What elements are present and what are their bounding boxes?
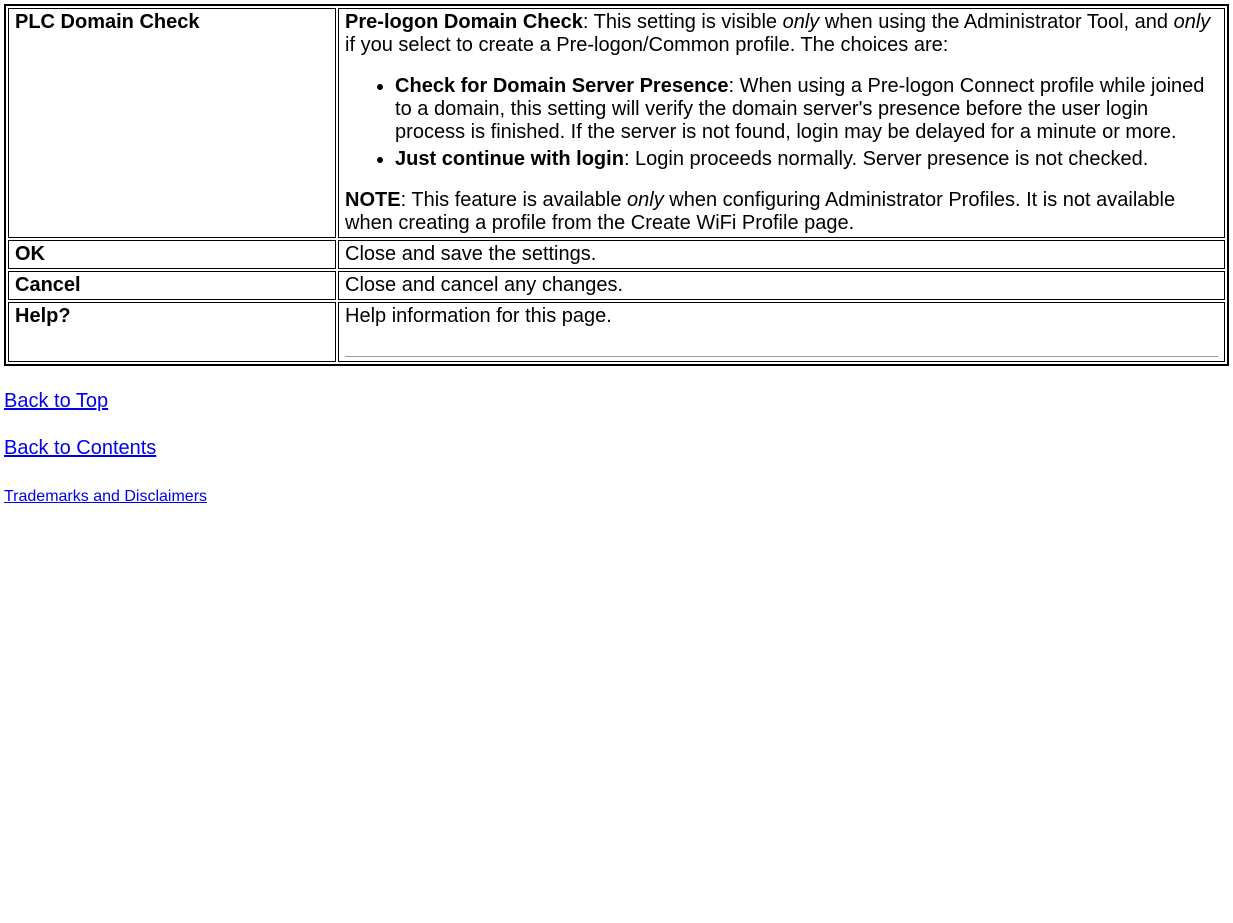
settings-table: PLC Domain Check Pre-logon Domain Check:…: [4, 4, 1229, 366]
desc-text: if you select to create a Pre-logon/Comm…: [345, 34, 948, 56]
divider: [345, 356, 1218, 357]
table-row: PLC Domain Check Pre-logon Domain Check:…: [8, 8, 1225, 238]
setting-name-cell: Help?: [8, 302, 336, 362]
note-text: : This feature is available: [401, 189, 627, 211]
setting-name: OK: [15, 243, 45, 265]
desc-text: Help information for this page.: [345, 305, 612, 327]
desc-emph: only: [783, 11, 820, 33]
setting-desc-cell: Help information for this page.: [338, 302, 1225, 362]
desc-text: Close and save the settings.: [345, 243, 596, 265]
setting-name: Help?: [15, 305, 71, 327]
list-item: Check for Domain Server Presence: When u…: [395, 75, 1218, 144]
desc-text: : This setting is visible: [583, 11, 783, 33]
setting-desc-cell: Pre-logon Domain Check: This setting is …: [338, 8, 1225, 238]
nav-para: Back to Contents: [4, 437, 1229, 460]
desc-text: when using the Administrator Tool, and: [819, 11, 1173, 33]
option-name: Check for Domain Server Presence: [395, 75, 729, 97]
setting-name-cell: OK: [8, 240, 336, 269]
table-row: OK Close and save the settings.: [8, 240, 1225, 269]
table-row: Help? Help information for this page.: [8, 302, 1225, 362]
list-item: Just continue with login: Login proceeds…: [395, 148, 1218, 171]
nav-para: Back to Top: [4, 390, 1229, 413]
desc-text: Close and cancel any changes.: [345, 274, 623, 296]
setting-name-cell: PLC Domain Check: [8, 8, 336, 238]
back-to-top-link[interactable]: Back to Top: [4, 390, 108, 412]
trademarks-link[interactable]: Trademarks and Disclaimers: [4, 488, 207, 505]
setting-name: PLC Domain Check: [15, 11, 199, 33]
options-list: Check for Domain Server Presence: When u…: [345, 75, 1218, 171]
desc-emph: only: [1174, 11, 1211, 33]
setting-desc-cell: Close and save the settings.: [338, 240, 1225, 269]
setting-desc-cell: Close and cancel any changes.: [338, 271, 1225, 300]
option-name: Just continue with login: [395, 148, 624, 170]
desc-heading: Pre-logon Domain Check: [345, 11, 583, 33]
note-emph: only: [627, 189, 664, 211]
note-heading: NOTE: [345, 189, 401, 211]
option-desc: : Login proceeds normally. Server presen…: [624, 148, 1148, 170]
nav-para: Trademarks and Disclaimers: [4, 484, 1229, 507]
setting-name-cell: Cancel: [8, 271, 336, 300]
setting-name: Cancel: [15, 274, 81, 296]
table-row: Cancel Close and cancel any changes.: [8, 271, 1225, 300]
back-to-contents-link[interactable]: Back to Contents: [4, 437, 156, 459]
